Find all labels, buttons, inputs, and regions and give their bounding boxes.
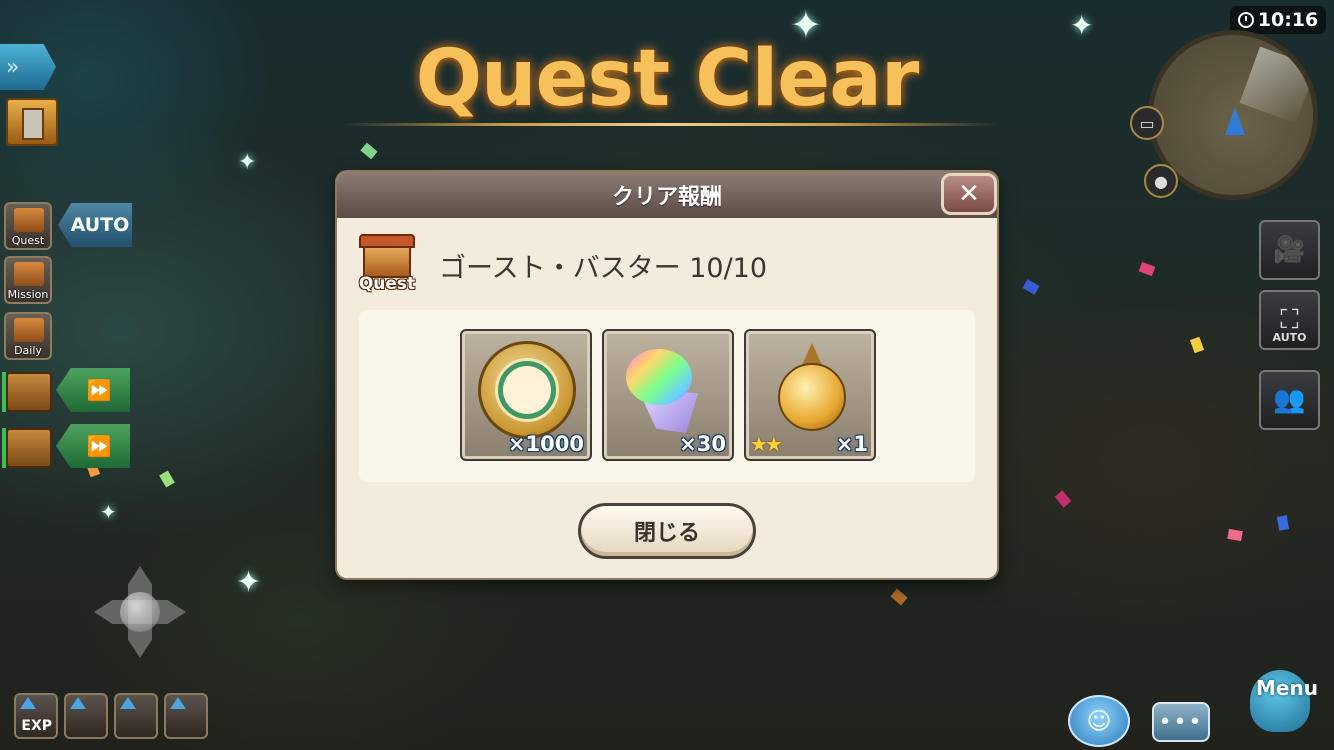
gem-rainbow-orb (626, 349, 692, 405)
joystick-knob[interactable] (120, 592, 160, 632)
clock-time: 10:16 (1257, 9, 1319, 31)
camera-icon: 🎥 (1273, 235, 1306, 265)
quest-name: ゴースト・バスター 10/10 (439, 253, 768, 284)
up-arrow-icon (170, 697, 186, 709)
up-arrow-icon (120, 697, 136, 709)
fast-forward-button[interactable]: ⏩ (56, 368, 130, 412)
rarity-stars: ★★ (750, 432, 783, 456)
reward-item[interactable]: ×30 (602, 329, 734, 461)
treasure-chest-icon[interactable] (2, 428, 52, 468)
dialog-title: クリア報酬 (337, 172, 997, 218)
chat-button[interactable]: ••• (1152, 702, 1210, 742)
medal-coin-icon (478, 341, 576, 439)
daily-button[interactable]: Daily (4, 312, 52, 360)
reward-item[interactable]: ×1000 (460, 329, 592, 461)
orb-body (778, 363, 846, 431)
player-marker-icon (1225, 107, 1245, 135)
quest-label: Quest (11, 234, 45, 247)
exp-label: EXP (21, 718, 52, 734)
auto-quest-button[interactable]: AUTO (58, 203, 132, 247)
reward-item[interactable]: ★★ ×1 (744, 329, 876, 461)
reward-quantity: ×1000 (507, 432, 584, 456)
camera-button[interactable]: 🎥 (1259, 220, 1320, 280)
close-x-button[interactable]: ✕ (941, 173, 997, 215)
sparkle-icon: ✦ (100, 500, 117, 524)
orb-cap (802, 343, 822, 365)
reward-dialog: クリア報酬 ✕ Quest ゴースト・バスター 10/10 ×1000 ×30 (337, 172, 997, 578)
medal-coin-face (503, 366, 551, 414)
map-zoom-button[interactable]: ● (1144, 164, 1178, 198)
quest-icon-label: Quest (358, 274, 416, 294)
auto-camera-button[interactable]: ⛶ AUTO (1259, 290, 1320, 350)
chat-bubble-icon: ••• (1158, 709, 1204, 735)
golden-orb-icon (772, 343, 852, 443)
close-icon: ✕ (958, 179, 980, 209)
fast-forward-button[interactable]: ⏩ (56, 424, 130, 468)
exit-door-button[interactable] (6, 98, 58, 146)
close-button[interactable]: 閉じる (578, 503, 756, 559)
treasure-chest-icon[interactable] (2, 372, 52, 412)
fast-forward-icon: ⏩ (86, 378, 112, 402)
boots-boost-button[interactable] (114, 693, 158, 739)
virtual-joystick[interactable] (94, 566, 186, 658)
emote-button[interactable]: ☺ (1068, 695, 1130, 747)
up-arrow-icon (70, 697, 86, 709)
exp-boost-button[interactable]: EXP (14, 693, 58, 739)
smiley-icon: ☺ (1086, 707, 1112, 735)
coin-boost-button[interactable] (64, 693, 108, 739)
daily-label: Daily (14, 344, 42, 357)
mission-icon (14, 262, 44, 286)
gift-boost-button[interactable] (164, 693, 208, 739)
fast-forward-icon: » (6, 54, 20, 80)
auto-camera-label: AUTO (1272, 331, 1307, 344)
menu-button[interactable]: Menu (1226, 660, 1330, 748)
menu-label: Menu (1256, 676, 1318, 700)
sparkle-icon: ✦ (238, 150, 257, 175)
rainbow-gem-icon (626, 349, 712, 435)
quest-icon (14, 208, 44, 232)
quest-button[interactable]: Quest (4, 202, 52, 250)
fast-forward-icon: ⏩ (86, 434, 112, 458)
reward-quantity: ×30 (679, 432, 726, 456)
sparkle-icon: ✦ (236, 565, 262, 600)
map-toggle-button[interactable]: ▭ (1130, 106, 1164, 140)
up-arrow-icon (20, 697, 36, 709)
party-icon: 👥 (1273, 385, 1306, 415)
quest-icon: Quest (355, 232, 419, 296)
party-button[interactable]: 👥 (1259, 370, 1320, 430)
mission-label: Mission (7, 288, 49, 301)
clock-icon (1237, 12, 1254, 28)
daily-icon (14, 318, 44, 342)
reward-quantity: ×1 (835, 432, 868, 456)
mission-button[interactable]: Mission (4, 256, 52, 304)
reward-panel: ×1000 ×30 ★★ ×1 (359, 310, 975, 482)
title-underline (340, 123, 1000, 126)
